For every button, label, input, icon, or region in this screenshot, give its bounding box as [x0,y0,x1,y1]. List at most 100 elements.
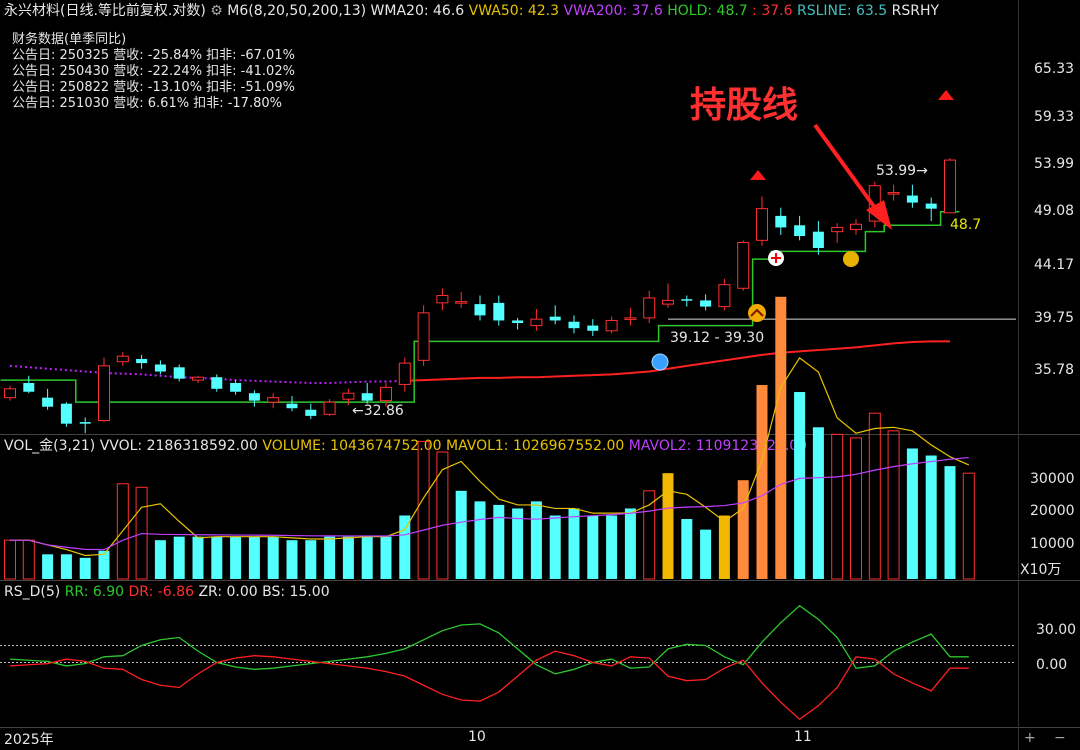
candle-body [60,403,72,424]
dr-line [9,650,969,721]
volume-bar [718,515,730,579]
signal-triangle [938,90,954,100]
candle-body [398,362,411,385]
candle-body [794,225,806,236]
volume-bar [324,536,336,579]
volume-bar [248,536,260,579]
volume-bar [474,501,486,579]
candle-body [624,317,637,320]
chart-canvas[interactable] [0,0,1080,750]
volume-bar [794,392,806,579]
candle-body [230,382,242,392]
volume-bar [267,536,279,579]
volume-bar [868,412,881,580]
volume-bar [342,536,354,579]
volume-bar [887,430,900,580]
volume-bar [624,508,636,579]
candle-body [417,312,430,361]
candle-body [4,388,16,399]
volume-bar [79,557,91,579]
candle-body [116,355,129,363]
volume-bar [173,536,185,579]
candle-body [831,226,844,233]
candle-body [248,393,260,401]
candle-body [342,392,355,400]
candle-body [42,397,54,407]
candle-body [568,321,580,329]
candle-body [455,301,468,304]
volume-bar [925,455,937,579]
volume-bar [192,536,204,579]
volume-bar [286,540,298,579]
candle-body [718,284,731,308]
volume-bar [399,515,411,579]
candle-body [211,377,223,389]
candle-body [756,208,768,241]
candle-body [587,325,599,331]
candle-body [380,386,392,402]
candle-body [681,299,693,301]
volume-bar [549,515,561,579]
mavol2-line [10,456,969,551]
rr-line [9,604,969,675]
volume-bar [643,490,656,580]
candle-body [493,302,505,321]
candle-body [474,304,486,316]
volume-bar [455,490,467,579]
volume-bar [436,451,449,580]
candle-body [530,318,543,327]
volume-bar [850,437,862,580]
volume-bar [154,540,166,579]
volume-bar [305,540,317,579]
buy-signal-icon [651,353,669,371]
candle-body [700,300,712,307]
volume-bar [493,504,505,579]
mavol1-line [10,357,970,557]
candle-body [98,365,110,422]
candle-body [944,159,956,214]
candle-body [361,393,373,401]
candle-body [154,364,166,372]
volume-bar [906,448,918,579]
candle-body [136,358,148,364]
candle-body [887,192,900,195]
candle-body [305,409,317,416]
money-bag-icon [843,251,859,267]
volume-bar [962,472,975,580]
volume-bar [211,536,223,579]
volume-bar [568,508,580,579]
wma-line [404,340,950,382]
volume-bar [60,554,72,579]
volume-bar [606,515,618,579]
candle-body [643,297,656,319]
volume-bar [662,473,674,579]
volume-bar [380,536,392,579]
candle-body [605,319,618,332]
candle-body [925,203,937,209]
signal-triangle [750,170,766,180]
candle-body [286,403,298,409]
volume-bar [417,440,430,580]
candle-body [79,422,91,424]
candle-body [192,376,204,381]
up-signal-icon [748,304,766,322]
candle-body [662,299,674,305]
volume-bar [831,433,844,580]
candle-body [23,382,35,392]
volume-bar [42,554,54,579]
volume-bar [681,519,693,579]
volume-bar [737,480,749,579]
candle-body [436,295,449,304]
volume-bar [812,427,824,579]
candle-body [267,397,280,403]
volume-bar [230,536,242,579]
candle-body [850,223,862,231]
volume-bar [22,539,35,580]
candle-body [323,401,336,415]
candle-body [775,215,787,228]
volume-bar [587,515,599,579]
candle-body [173,367,185,379]
annotation-arrow [813,123,880,214]
candle-body [906,195,918,203]
candle-body [737,242,750,289]
